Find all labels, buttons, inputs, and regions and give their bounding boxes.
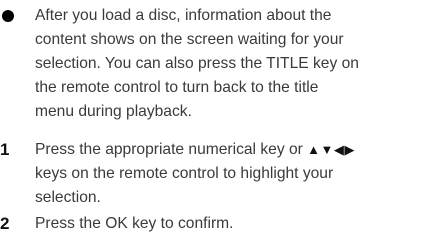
step-1-line-1: Press the appropriate numerical key or ▲… [35,138,355,162]
step-1-number: 1 [0,140,10,159]
arrow-keys-icon: ▲▼◀▶ [307,142,355,157]
bullet-line-3: selection. You can also press the TITLE … [35,55,359,72]
bullet-line-2: content shows on the screen waiting for … [35,31,344,48]
manual-instructions: After you load a disc, information about… [0,0,441,244]
step-2-number: 2 [0,214,10,233]
step-1-line-3: selection. [35,189,101,206]
bullet-line-5: menu during playback. [35,103,192,120]
bullet-line-1: After you load a disc, information about… [35,7,332,24]
bullet-dot-icon [2,10,14,22]
step-1-line-1-text: Press the appropriate numerical key or [35,141,308,158]
bullet-line-4: the remote control to turn back to the t… [35,79,319,96]
step-1-line-2: keys on the remote control to highlight … [35,165,334,182]
step-2-line-1: Press the OK key to confirm. [35,215,234,232]
